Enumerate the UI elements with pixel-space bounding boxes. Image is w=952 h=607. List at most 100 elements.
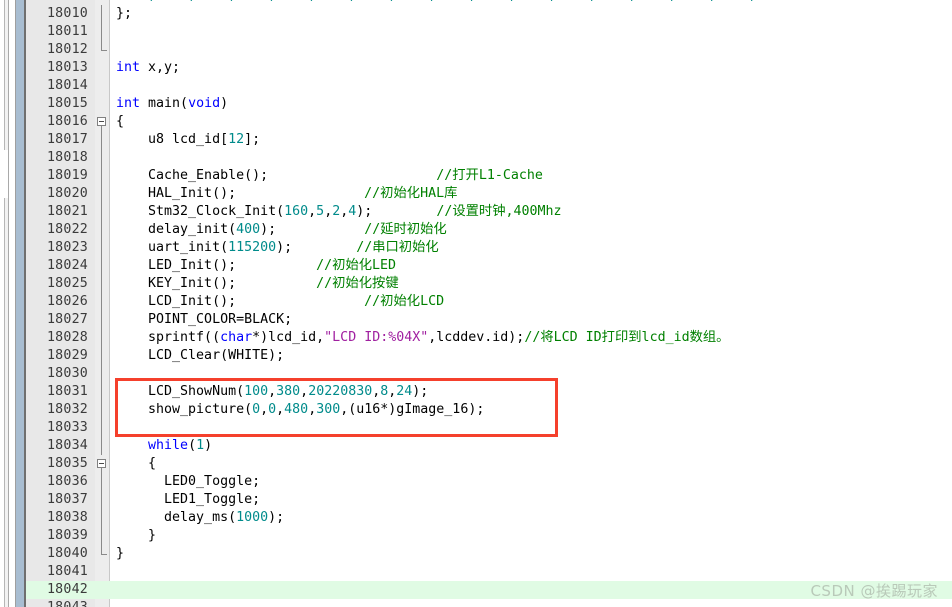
line-number: 18030 (46, 366, 88, 381)
code-token-kw: int (116, 96, 141, 111)
fold-marker (95, 437, 109, 455)
code-line[interactable]: 18013 int x,y; (26, 59, 952, 77)
line-number: 18019 (46, 168, 88, 183)
code-token-pln: , (308, 204, 317, 219)
code-text: LED0_Toggle; (116, 473, 260, 491)
code-token-pln: POINT_COLOR=BLACK; (116, 312, 293, 327)
code-token-pln: LED0_Toggle; (116, 474, 261, 489)
code-token-kw: while (148, 438, 189, 453)
code-line[interactable]: 18028 sprintf((char*)lcd_id,"LCD ID:%04X… (26, 329, 952, 347)
code-token-pln: LED_Init(); (116, 258, 317, 273)
code-line[interactable]: 18020 HAL_Init(); //初始化HAL库 (26, 185, 952, 203)
code-line[interactable]: 18030 (26, 365, 952, 383)
code-line[interactable]: 18029 LCD_Clear(WHITE); (26, 347, 952, 365)
code-line[interactable]: 18026 LCD_Init(); //初始化LCD (26, 293, 952, 311)
code-line[interactable]: 18033 (26, 419, 952, 437)
code-line[interactable]: 18018 (26, 149, 952, 167)
line-number: 18021 (46, 204, 88, 219)
code-text: POINT_COLOR=BLACK; (116, 311, 292, 329)
fold-marker (95, 23, 109, 41)
code-token-cmt: //打开L1-Cache (436, 168, 543, 183)
fold-marker (95, 203, 109, 221)
code-text: LED1_Toggle; (116, 491, 260, 509)
code-line[interactable]: 18040} (26, 545, 952, 563)
code-token-num: 20220830 (308, 384, 373, 399)
fold-marker (95, 365, 109, 383)
code-token-pln: , (268, 384, 277, 399)
code-line[interactable]: 18010}; (26, 5, 952, 23)
code-token-num: 480 (284, 402, 309, 417)
code-token-cmt: //将LCD ID打印到lcd_id数组。 (524, 330, 730, 345)
code-line[interactable]: 18021 Stm32_Clock_Init(160,5,2,4); //设置时… (26, 203, 952, 221)
code-text: LED_Init(); //初始化LED (116, 257, 396, 275)
code-text: LCD_Init(); //初始化LCD (116, 293, 444, 311)
fold-marker[interactable] (95, 455, 109, 473)
line-number: 18028 (46, 330, 88, 345)
code-text: delay_init(400); //延时初始化 (116, 221, 447, 239)
code-line[interactable]: 18039 } (26, 527, 952, 545)
code-line[interactable]: 18017 u8 lcd_id[12]; (26, 131, 952, 149)
code-line[interactable]: 18032 show_picture(0,0,480,300,(u16*)gIm… (26, 401, 952, 419)
code-token-num: 100 (244, 384, 269, 399)
fold-marker (95, 347, 109, 365)
code-token-pln: , (260, 402, 269, 417)
fold-marker (95, 275, 109, 293)
fold-marker (95, 293, 109, 311)
fold-marker (95, 581, 109, 599)
line-number: 18032 (46, 402, 88, 417)
fold-marker (95, 563, 109, 581)
code-token-pln: KEY_Init(); (116, 276, 317, 291)
code-line[interactable]: 18031 LCD_ShowNum(100,380,20220830,8,24)… (26, 383, 952, 401)
code-text: sprintf((char*)lcd_id,"LCD ID:%04X",lcdd… (116, 329, 729, 347)
code-line[interactable]: 18041 (26, 563, 952, 581)
code-token-pln: ) (204, 438, 213, 453)
line-number: 18023 (46, 240, 88, 255)
fold-marker[interactable] (95, 113, 109, 131)
line-number: 18042 (46, 582, 88, 597)
fold-marker (95, 59, 109, 77)
code-token-pln: { (116, 114, 125, 129)
fold-marker (95, 383, 109, 401)
code-text: uart_init(115200); //串口初始化 (116, 239, 439, 257)
code-line[interactable]: 18025 KEY_Init(); //初始化按键 (26, 275, 952, 293)
code-token-pln: HAL_Init(); (116, 186, 365, 201)
code-line[interactable]: 18016 { (26, 113, 952, 131)
fold-marker (95, 509, 109, 527)
fold-marker (95, 527, 109, 545)
code-text: { (116, 455, 156, 473)
code-text: Cache_Enable(); //打开L1-Cache (116, 167, 543, 185)
fold-marker (95, 95, 109, 113)
code-token-pln: delay_ms( (116, 510, 237, 525)
line-number: 18040 (46, 546, 88, 561)
code-line[interactable]: 18027 POINT_COLOR=BLACK; (26, 311, 952, 329)
code-line[interactable]: 18014 (26, 77, 952, 95)
code-line[interactable]: 18037 LED1_Toggle; (26, 491, 952, 509)
code-line[interactable]: 18019 Cache_Enable(); //打开L1-Cache (26, 167, 952, 185)
code-line[interactable]: 18035 { (26, 455, 952, 473)
code-token-cmt: //初始化LCD (364, 294, 445, 309)
line-number: 18039 (46, 528, 88, 543)
scrollbar-notch (0, 150, 8, 198)
code-line[interactable]: 18036 LED0_Toggle; (26, 473, 952, 491)
code-token-pln: ); (260, 222, 365, 237)
code-line[interactable]: 18022 delay_init(400); //延时初始化 (26, 221, 952, 239)
code-line[interactable]: 18024 LED_Init(); //初始化LED (26, 257, 952, 275)
code-token-pln: LCD_ShowNum( (116, 384, 245, 399)
code-line[interactable]: 18034 while(1) (26, 437, 952, 455)
code-line[interactable]: 18012 (26, 41, 952, 59)
code-token-pln: delay_init( (116, 222, 237, 237)
code-line[interactable]: 18038 delay_ms(1000); (26, 509, 952, 527)
code-line[interactable]: 18023 uart_init(115200); //串口初始化 (26, 239, 952, 257)
code-token-pln: ,lcddev.id); (428, 330, 525, 345)
code-line[interactable]: 18015 int main(void) (26, 95, 952, 113)
code-token-pln: , (276, 402, 285, 417)
code-token-cmt: //初始化HAL库 (364, 186, 458, 201)
code-token-cmt: //串口初始化 (356, 240, 439, 255)
fold-marker (95, 257, 109, 275)
code-line[interactable]: 18011 (26, 23, 952, 41)
code-editor-window[interactable]: 180090XFF,0XBB,0XFF,0XBB,0XFF,0XBB,0XFF,… (0, 0, 952, 607)
code-surface[interactable]: 180090XFF,0XBB,0XFF,0XBB,0XFF,0XBB,0XFF,… (26, 0, 952, 607)
code-text: LCD_Clear(WHITE); (116, 347, 284, 365)
vertical-scrollbar-thumb[interactable] (16, 0, 24, 607)
fold-marker (95, 5, 109, 23)
